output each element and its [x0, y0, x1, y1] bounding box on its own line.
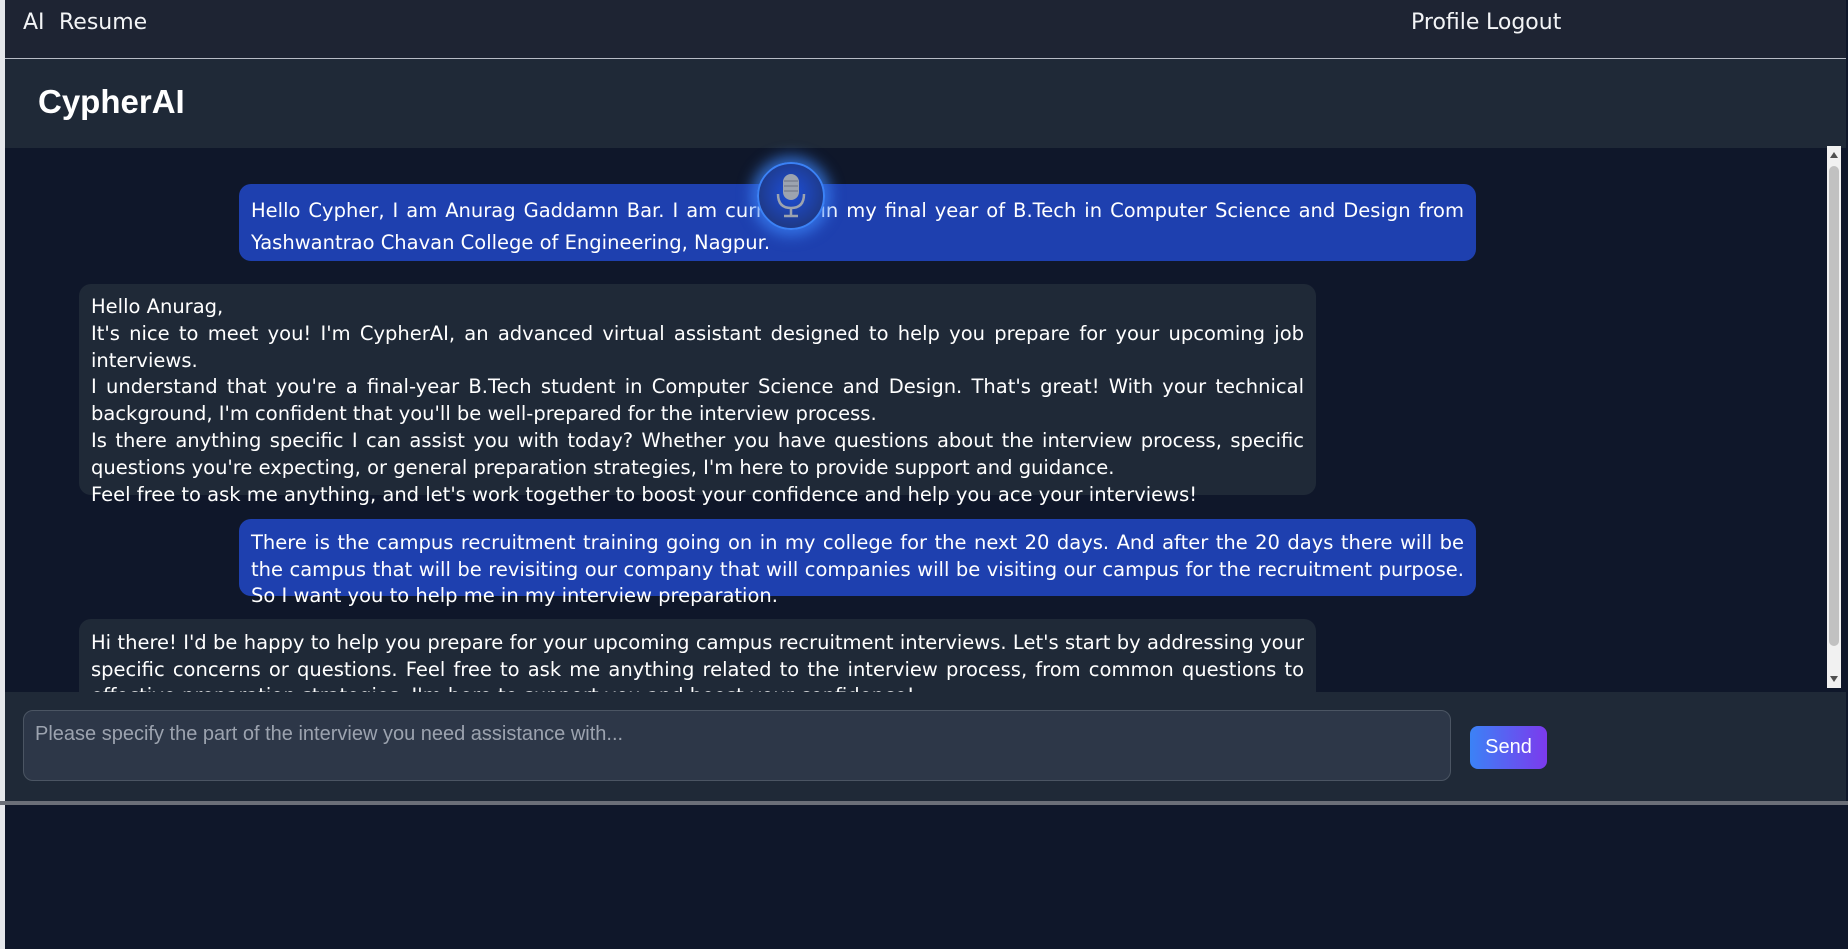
message-text: I understand that you're a final-year B.…: [91, 375, 1304, 426]
nav-link-profile[interactable]: Profile: [1411, 10, 1479, 35]
microphone-button[interactable]: [757, 162, 825, 230]
send-button[interactable]: Send: [1470, 726, 1547, 769]
message-text: Hello Anurag,: [91, 295, 224, 318]
chat-scrollbar[interactable]: [1827, 146, 1841, 688]
composer-bar: Send: [5, 692, 1846, 805]
microphone-icon: [776, 174, 806, 218]
scrollbar-thumb[interactable]: [1829, 166, 1839, 646]
nav-link-resume[interactable]: Resume: [59, 10, 147, 35]
window-bottom-edge: [0, 801, 1848, 805]
message-text: It's nice to meet you! I'm CypherAI, an …: [91, 321, 1304, 372]
scroll-up-icon[interactable]: [1830, 152, 1838, 158]
user-message: Hello Cypher, I am Anurag Gaddamn Bar. I…: [239, 184, 1476, 261]
nav-link-ai[interactable]: AI: [23, 10, 45, 35]
app-header: CypherAI: [5, 59, 1846, 148]
message-text: Is there anything specific I can assist …: [91, 428, 1304, 479]
message-input[interactable]: [23, 710, 1451, 781]
bot-message: Hello Anurag, It's nice to meet you! I'm…: [79, 284, 1316, 506]
message-text: Feel free to ask me anything, and let's …: [91, 482, 1198, 506]
user-message: There is the campus recruitment training…: [239, 519, 1476, 607]
message-text: There is the campus recruitment training…: [251, 531, 1464, 607]
message-text: Hello Cypher, I am Anurag Gaddamn Bar. I…: [251, 199, 1464, 254]
top-navbar: AI Resume Profile Logout: [5, 0, 1846, 59]
app-title: CypherAI: [38, 83, 185, 120]
nav-link-logout[interactable]: Logout: [1486, 10, 1561, 35]
scroll-down-icon[interactable]: [1830, 676, 1838, 682]
